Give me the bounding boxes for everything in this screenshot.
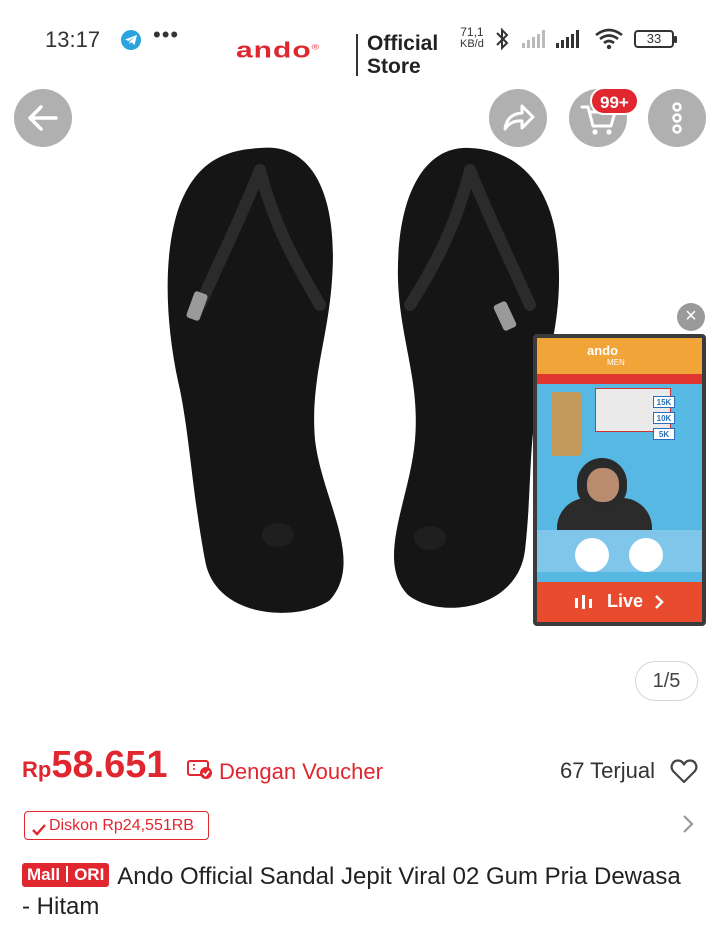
brand-wordmark-text: ando [236, 38, 312, 63]
discount-text: Diskon Rp24,551RB [49, 817, 194, 834]
product-price: Rp58.651 [22, 744, 168, 787]
brand-logo: ando® Official Store [236, 32, 456, 82]
product-page: 13:17 ••• 71,1 KB/d 33 ando® Official St… [0, 0, 720, 947]
status-time: 13:17 [45, 27, 101, 52]
price-currency: Rp [22, 757, 52, 782]
price-value: 58.651 [51, 744, 168, 786]
price-tag: 15K [653, 396, 675, 408]
live-shoe [575, 538, 609, 572]
price-tag: 10K [653, 412, 675, 424]
sold-count: 67 Terjual [560, 758, 655, 783]
more-notifications-icon: ••• [153, 22, 180, 47]
live-brand-logo: ando [587, 343, 619, 358]
share-button[interactable] [489, 89, 547, 147]
live-promo-strip [537, 374, 702, 384]
battery-icon: 33 [634, 30, 677, 48]
live-header: ando MEN [537, 338, 702, 374]
voucher-icon [187, 758, 213, 785]
heart-icon[interactable] [670, 759, 698, 790]
chevron-right-icon [653, 594, 665, 615]
net-speed-unit: KB/d [460, 38, 484, 50]
live-price-tags: 15K 10K 5K [653, 396, 675, 444]
brand-divider [356, 34, 358, 76]
back-button[interactable] [14, 89, 72, 147]
price-tag: 5K [653, 428, 675, 440]
live-bars-icon [575, 595, 597, 614]
live-brand-sub: MEN [607, 358, 625, 367]
registered-mark: ® [311, 43, 321, 52]
image-counter: 1/5 [635, 661, 698, 701]
cart-count-badge: 99+ [590, 87, 639, 115]
more-vertical-icon [672, 102, 682, 134]
net-speed-value: 71,1 [460, 25, 484, 39]
check-icon [31, 819, 47, 839]
brand-tagline: Official Store [367, 32, 438, 78]
product-image[interactable] [160, 140, 570, 620]
share-icon [503, 104, 535, 131]
live-product-pants [551, 392, 581, 456]
live-shoes-display [537, 530, 702, 572]
live-close-button[interactable]: × [677, 303, 705, 331]
sandals-image [167, 147, 560, 613]
voucher-label: Dengan Voucher [219, 759, 383, 784]
live-shoe [629, 538, 663, 572]
brand-line2: Store [367, 55, 421, 78]
mall-badge-text: Mall [27, 864, 61, 884]
brand-wordmark: ando® [236, 38, 320, 64]
signal-icon-sim2 [556, 30, 584, 53]
wifi-icon [594, 28, 624, 55]
live-stream-popup[interactable]: ando MEN 15K 10K 5K Live [533, 334, 706, 626]
live-label: Live [607, 591, 644, 611]
product-title: Ando Official Sandal Jepit Viral 02 Gum … [22, 863, 681, 920]
chevron-right-icon[interactable] [681, 813, 695, 840]
more-options-button[interactable] [648, 89, 706, 147]
mall-ori-badge: Mall ORI [22, 862, 110, 887]
live-host-face [587, 468, 619, 502]
net-speed: 71,1 KB/d [460, 26, 484, 50]
product-title-block: Mall ORI Ando Official Sandal Jepit Viral … [22, 862, 682, 922]
brand-line1: Official [367, 32, 439, 55]
bluetooth-icon [494, 26, 510, 57]
ori-badge-text: ORI [74, 864, 105, 884]
signal-icon-sim1 [522, 30, 550, 53]
telegram-icon [121, 30, 141, 50]
discount-badge[interactable]: Diskon Rp24,551RB [24, 811, 209, 840]
live-button[interactable]: Live [537, 582, 702, 622]
arrow-left-icon [28, 105, 58, 131]
